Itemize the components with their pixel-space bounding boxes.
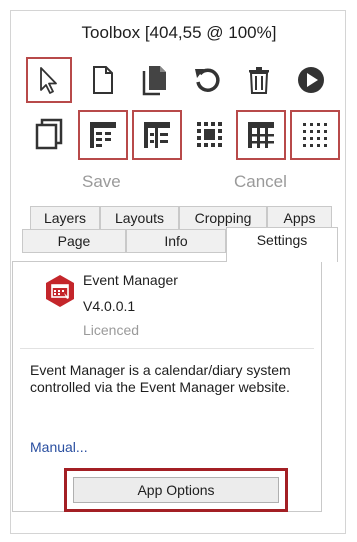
play-icon[interactable] xyxy=(288,57,334,103)
app-license-status: Licenced xyxy=(83,322,140,338)
dotted-square-icon[interactable] xyxy=(186,111,232,157)
divider xyxy=(20,348,314,349)
event-manager-logo-icon xyxy=(42,273,78,309)
app-options-button[interactable]: App Options xyxy=(73,477,279,503)
app-description: Event Manager is a calendar/diary system… xyxy=(30,362,291,395)
window-title: Toolbox [404,55 @ 100%] xyxy=(81,23,277,42)
app-options-highlight: App Options xyxy=(64,468,288,512)
save-button[interactable]: Save xyxy=(82,172,121,192)
select-pointer-icon[interactable] xyxy=(26,57,72,103)
manual-link[interactable]: Manual... xyxy=(30,439,88,455)
tab-layers[interactable]: Layers xyxy=(30,206,100,230)
app-version: V4.0.0.1 xyxy=(83,298,136,314)
layout-grid-b-icon[interactable] xyxy=(132,110,182,160)
tab-settings[interactable]: Settings xyxy=(226,227,338,262)
delete-icon[interactable] xyxy=(236,57,282,103)
new-page-icon[interactable] xyxy=(80,57,126,103)
layout-grid-a-icon[interactable] xyxy=(78,110,128,160)
tab-layouts[interactable]: Layouts xyxy=(100,206,179,230)
tab-info[interactable]: Info xyxy=(126,229,226,253)
dot-grid-icon[interactable] xyxy=(290,110,340,160)
page-frame-icon[interactable] xyxy=(26,111,72,157)
app-name: Event Manager xyxy=(83,272,178,288)
cancel-button[interactable]: Cancel xyxy=(234,172,287,192)
copy-pages-icon[interactable] xyxy=(132,57,178,103)
layout-grid-c-icon[interactable] xyxy=(236,110,286,160)
refresh-icon[interactable] xyxy=(184,57,230,103)
tab-page[interactable]: Page xyxy=(22,229,126,253)
